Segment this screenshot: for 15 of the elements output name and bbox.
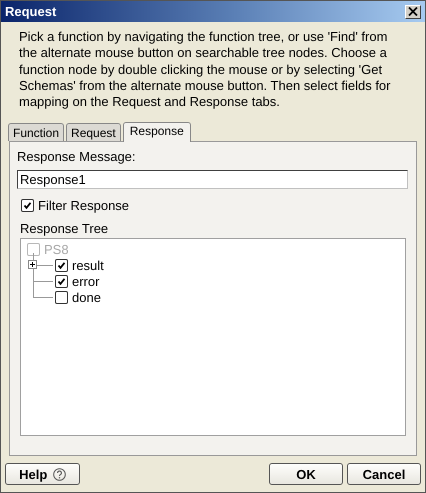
response-message-field[interactable]: Response1: [17, 170, 408, 189]
section-label: Response Tree: [20, 221, 110, 238]
dialog-button[interactable]: Cancel: [347, 463, 421, 485]
tab[interactable]: Request: [66, 123, 121, 141]
tab[interactable]: Response: [122, 122, 191, 142]
checkbox[interactable]: [21, 199, 34, 212]
field-label: Response Message:: [17, 149, 137, 164]
checkbox-label[interactable]: Filter Response: [38, 198, 130, 213]
tab[interactable]: Function: [8, 123, 64, 141]
help-icon: [52, 468, 66, 480]
window-title: Request: [5, 4, 56, 19]
instructions-text: Pick a function by navigating the function tree, or use 'Find' from the alternate mouse button on searchable tree nodes. Choose a function node by double clicking the mouse or by selecting 'Get Schemas' from the alternate mouse button. Then select fields for mapping on the Request and Response tabs.: [18, 28, 392, 112]
dialog-button[interactable]: OK: [269, 463, 343, 485]
close-button[interactable]: [405, 4, 421, 18]
help-button[interactable]: Help: [5, 463, 80, 485]
